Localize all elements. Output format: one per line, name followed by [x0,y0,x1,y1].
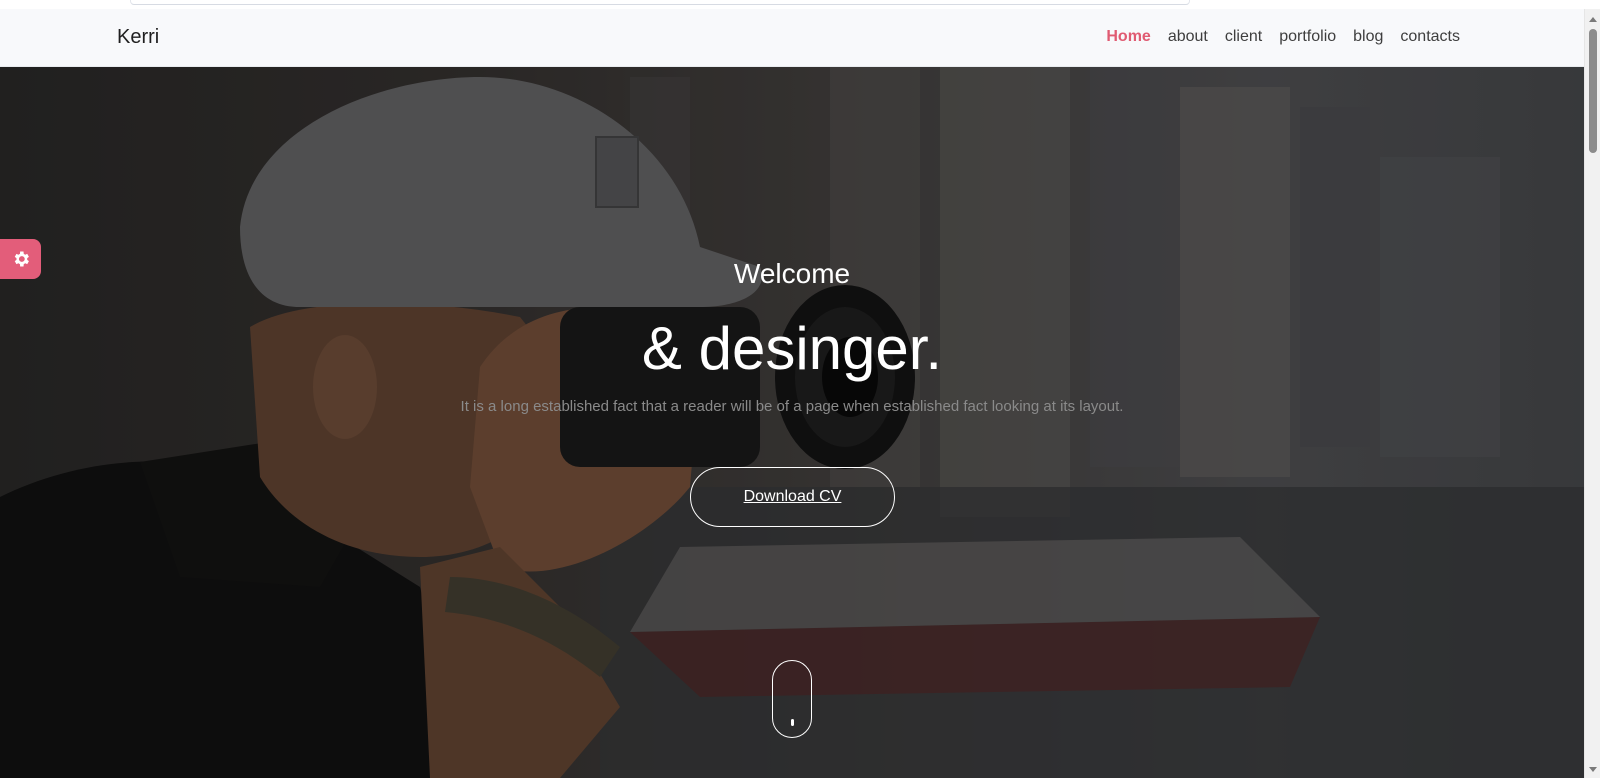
nav-home[interactable]: Home [1106,28,1150,46]
page-scrollbar[interactable] [1584,9,1600,778]
settings-button[interactable] [0,239,41,279]
scroll-up-arrow-icon[interactable] [1589,17,1597,22]
scrollbar-thumb[interactable] [1589,29,1597,153]
nav-client[interactable]: client [1225,28,1262,46]
brand-logo[interactable]: Kerri [117,26,159,49]
gear-icon [14,251,29,267]
scroll-down-arrow-icon[interactable] [1589,767,1597,772]
hero-headline: & desinger. [641,315,943,382]
nav-portfolio[interactable]: portfolio [1279,28,1336,46]
navbar: Kerri Home about client portfolio blog c… [0,9,1584,67]
nav-contacts[interactable]: contacts [1400,28,1460,46]
hero-lead-text: It is a long established fact that a rea… [460,398,1124,415]
browser-top-edge [0,0,1584,9]
mouse-wheel [791,719,794,726]
nav-about[interactable]: about [1168,28,1208,46]
top-strip [130,0,1190,5]
nav-links: Home about client portfolio blog contact… [1089,28,1460,46]
download-cv-button[interactable]: Download CV [690,467,895,527]
nav-blog[interactable]: blog [1353,28,1383,46]
mouse-scroll-icon[interactable] [772,660,812,738]
hero-section: Welcome & desinger. It is a long establi… [0,67,1584,778]
hero-welcome: Welcome [733,258,851,289]
